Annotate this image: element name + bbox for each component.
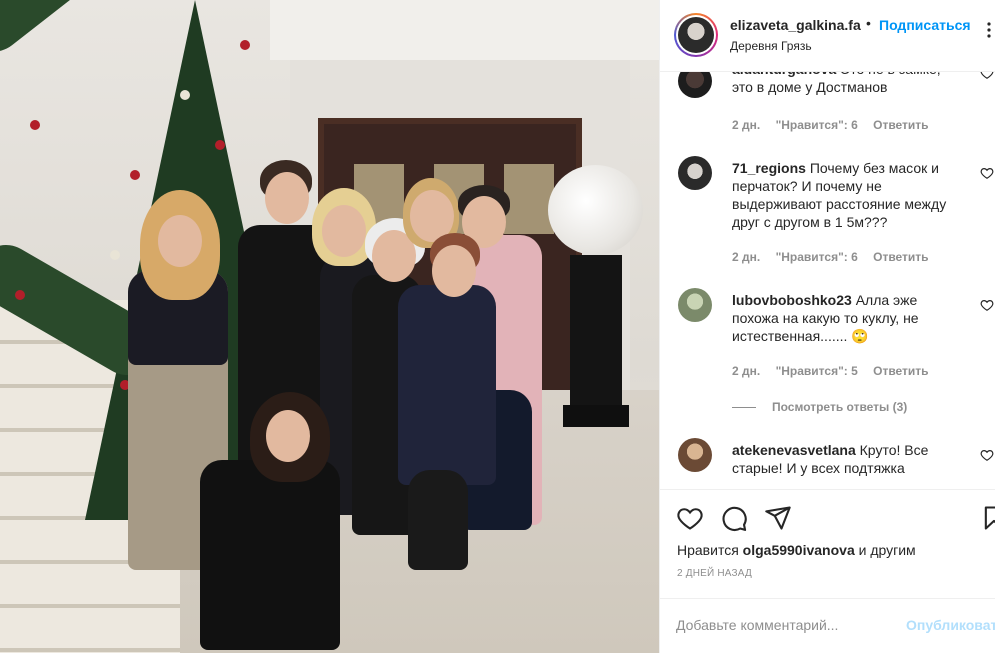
reply-button[interactable]: Ответить bbox=[873, 250, 928, 264]
comment-age[interactable]: 2 дн. bbox=[732, 250, 760, 264]
pedestal bbox=[570, 255, 622, 425]
post-location[interactable]: Деревня Грязь bbox=[730, 39, 812, 53]
like-comment-icon[interactable] bbox=[980, 298, 994, 312]
comment-likes[interactable]: "Нравится": 6 bbox=[776, 250, 858, 264]
comment-username[interactable]: 71_regions bbox=[732, 160, 806, 176]
ornament bbox=[130, 170, 140, 180]
follow-button[interactable]: Подписаться bbox=[879, 17, 971, 33]
white-orchids bbox=[548, 165, 643, 255]
comments-list[interactable]: aidanturganova Это не в замке, это в дом… bbox=[660, 72, 995, 489]
commenter-avatar[interactable] bbox=[678, 438, 712, 472]
photo-ceiling bbox=[270, 0, 659, 60]
comment-username[interactable]: aidanturganova bbox=[732, 72, 836, 77]
post-date[interactable]: 2 ДНЕЙ НАЗАД bbox=[677, 568, 752, 579]
comment-age[interactable]: 2 дн. bbox=[732, 364, 760, 378]
person-head bbox=[265, 172, 309, 224]
ornament bbox=[215, 140, 225, 150]
bookmark-icon[interactable] bbox=[980, 504, 995, 532]
avatar-image bbox=[678, 17, 714, 53]
post-photo[interactable] bbox=[0, 0, 659, 653]
ornament bbox=[110, 250, 120, 260]
post-header: elizaveta_galkina.fa • Подписаться Дерев… bbox=[660, 0, 995, 72]
post-actions-bar bbox=[660, 489, 995, 549]
comment-meta: 2 дн. "Нравится": 6 Ответить bbox=[732, 250, 941, 264]
comment-body: aidanturganova Это не в замке, это в дом… bbox=[732, 72, 960, 96]
person-head bbox=[158, 215, 202, 267]
more-options-icon[interactable] bbox=[982, 14, 995, 44]
like-comment-icon[interactable] bbox=[980, 72, 994, 80]
likes-others[interactable]: и другим bbox=[859, 542, 916, 558]
view-replies-button[interactable]: Посмотреть ответы (3) bbox=[732, 400, 907, 414]
ornament bbox=[240, 40, 250, 50]
comment-meta: 2 дн. "Нравится": 5 Ответить bbox=[732, 364, 941, 378]
comment-composer: Опубликовать bbox=[660, 598, 995, 653]
comment-body: atekenevasvetlana Круто! Все старые! И у… bbox=[732, 441, 960, 477]
person-legs bbox=[408, 470, 468, 570]
publish-button[interactable]: Опубликовать bbox=[906, 617, 995, 633]
ornament bbox=[180, 90, 190, 100]
comment-username[interactable]: atekenevasvetlana bbox=[732, 442, 856, 458]
likes-prefix: Нравится bbox=[677, 542, 739, 558]
pedestal-base bbox=[563, 405, 629, 427]
comment-body: lubovboboshko23 Алла эже похожа на какую… bbox=[732, 291, 960, 345]
replies-divider-line bbox=[732, 407, 756, 409]
share-icon[interactable] bbox=[764, 504, 792, 532]
liker-username[interactable]: olga5990ivanova bbox=[743, 542, 855, 558]
comment-body: 71_regions Почему без масок и перчаток? … bbox=[732, 159, 960, 231]
commenter-avatar[interactable] bbox=[678, 288, 712, 322]
ornament bbox=[30, 120, 40, 130]
commenter-avatar[interactable] bbox=[678, 72, 712, 98]
heart-icon[interactable] bbox=[676, 504, 704, 532]
author-avatar[interactable] bbox=[674, 13, 718, 57]
view-replies-label: Посмотреть ответы (3) bbox=[772, 400, 908, 414]
comment-input[interactable] bbox=[676, 613, 872, 637]
reply-button[interactable]: Ответить bbox=[873, 364, 928, 378]
person-head bbox=[322, 205, 366, 257]
reply-button[interactable]: Ответить bbox=[873, 118, 928, 132]
comment-age[interactable]: 2 дн. bbox=[732, 118, 760, 132]
person-head bbox=[266, 410, 310, 462]
author-username[interactable]: elizaveta_galkina.fa bbox=[730, 17, 862, 33]
like-comment-icon[interactable] bbox=[980, 448, 994, 462]
ornament bbox=[15, 290, 25, 300]
comment-username[interactable]: lubovboboshko23 bbox=[732, 292, 852, 308]
person bbox=[398, 285, 496, 485]
comment-likes[interactable]: "Нравится": 6 bbox=[776, 118, 858, 132]
separator-dot: • bbox=[866, 15, 871, 31]
person bbox=[200, 460, 340, 650]
comment-likes[interactable]: "Нравится": 5 bbox=[776, 364, 858, 378]
like-comment-icon[interactable] bbox=[980, 166, 994, 180]
photo-door-glass bbox=[504, 164, 554, 234]
likes-summary: Нравится olga5990ivanova и другим bbox=[677, 542, 916, 558]
comment-icon[interactable] bbox=[720, 504, 748, 532]
commenter-avatar[interactable] bbox=[678, 156, 712, 190]
comment-meta: 2 дн. "Нравится": 6 Ответить bbox=[732, 118, 941, 132]
person-head bbox=[432, 245, 476, 297]
post-sidebar: elizaveta_galkina.fa • Подписаться Дерев… bbox=[659, 0, 995, 653]
